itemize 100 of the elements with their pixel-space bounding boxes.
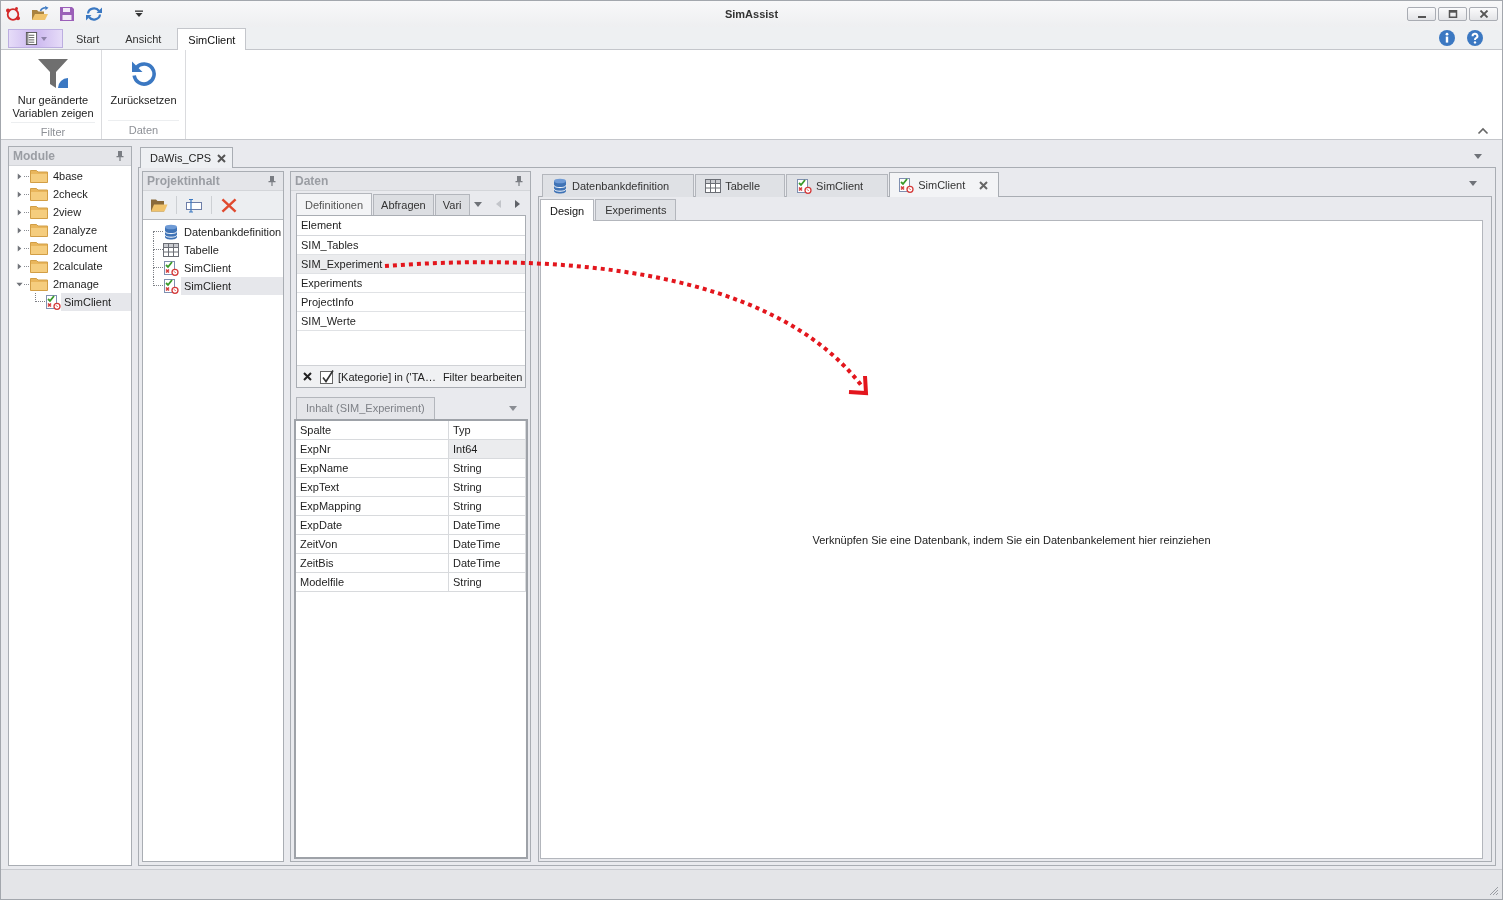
caret-down-icon[interactable] — [1474, 154, 1482, 159]
document-lines-icon — [24, 32, 38, 45]
customize-caret-icon[interactable] — [135, 10, 143, 18]
tab[interactable]: Definitionen — [296, 193, 373, 215]
ribbon-tab[interactable]: SimClient — [177, 28, 247, 50]
reset-button[interactable]: Zurücksetzen — [108, 55, 179, 109]
app-menu-button[interactable] — [8, 29, 63, 48]
list-item[interactable]: Experiments — [297, 274, 525, 293]
tab[interactable]: Vari — [434, 194, 470, 215]
filter-button[interactable]: Nur geänderte Variablen zeigen — [5, 55, 101, 122]
rename-field-icon[interactable] — [185, 197, 203, 213]
help-icon[interactable] — [1467, 30, 1483, 46]
table-grid-icon — [163, 242, 179, 258]
tree-item[interactable]: SimClient — [61, 293, 131, 311]
close-icon[interactable] — [979, 180, 989, 190]
clear-filter-icon[interactable] — [303, 372, 312, 381]
table-cell: ExpDate — [296, 516, 449, 535]
editor-tab[interactable]: Tabelle — [695, 174, 786, 197]
filter-text: [Kategorie] in ('TA… — [338, 370, 436, 383]
tree-item[interactable]: SimClient — [181, 277, 283, 295]
panel-title: Module — [13, 149, 55, 163]
pin-icon[interactable] — [268, 176, 276, 186]
list-item[interactable]: ProjectInfo — [297, 293, 525, 312]
checklist-document-icon — [163, 278, 179, 294]
tree-item[interactable]: 2manage — [50, 275, 131, 293]
table-cell: String — [449, 459, 526, 478]
tab[interactable]: Experiments — [595, 199, 677, 220]
ribbon-tab[interactable]: Start — [63, 28, 113, 49]
panel-title: Projektinhalt — [147, 174, 220, 188]
refresh-icon[interactable] — [85, 6, 103, 22]
edit-filter-link[interactable]: Filter bearbeiten — [442, 370, 523, 383]
tree-item[interactable]: 4base — [50, 167, 131, 185]
close-icon[interactable] — [217, 153, 226, 163]
database-icon — [552, 178, 568, 194]
save-icon[interactable] — [59, 6, 75, 22]
tree-item[interactable]: 2view — [50, 203, 131, 221]
minimize-button[interactable] — [1407, 7, 1436, 21]
folder-icon — [30, 223, 48, 237]
editor-tab[interactable]: Datenbankdefinition — [542, 174, 695, 197]
column-header: Spalte — [296, 421, 449, 440]
editor-tab[interactable]: SimClient — [889, 172, 1000, 197]
column-header: Element — [297, 216, 525, 236]
checklist-document-icon — [796, 178, 813, 194]
table-cell: String — [449, 478, 526, 497]
table-cell: DateTime — [449, 516, 526, 535]
tab[interactable]: Abfragen — [373, 194, 434, 215]
table-grid-icon — [705, 178, 722, 194]
caret-right-icon[interactable] — [16, 244, 23, 252]
close-button[interactable] — [1469, 7, 1498, 21]
close-icon — [1478, 10, 1489, 18]
list-item[interactable]: SIM_Werte — [297, 312, 525, 331]
tab[interactable]: Design — [540, 199, 595, 221]
open-folder-icon[interactable] — [150, 197, 168, 213]
caret-right-icon[interactable] — [16, 172, 23, 180]
tree-item[interactable]: Datenbankdefinition — [181, 223, 285, 241]
table-cell: ExpText — [296, 478, 449, 497]
editor-tab[interactable]: SimClient — [786, 174, 889, 197]
panel-title: Daten — [295, 174, 329, 188]
caret-down-icon — [40, 36, 47, 41]
window-title: SimAssist — [724, 8, 779, 20]
caret-right-icon[interactable] — [16, 190, 23, 198]
caret-down-icon[interactable] — [473, 201, 482, 207]
caret-down-icon[interactable] — [16, 280, 23, 288]
chevron-up-icon[interactable] — [1477, 127, 1489, 135]
ribbon-tab[interactable]: Ansicht — [112, 28, 175, 49]
list-item[interactable]: SIM_Experiment — [297, 255, 525, 274]
folder-icon — [30, 277, 48, 291]
table-cell: ExpMapping — [296, 497, 449, 516]
open-folder-icon[interactable] — [31, 6, 49, 22]
app-logo-icon — [5, 6, 21, 22]
caret-down-icon[interactable] — [1469, 181, 1477, 186]
tree-item[interactable]: 2check — [50, 185, 131, 203]
checkbox[interactable] — [320, 369, 334, 384]
document-tab[interactable]: DaWis_CPS — [140, 147, 233, 168]
tree-item[interactable]: 2calculate — [50, 257, 131, 275]
folder-icon — [30, 241, 48, 255]
maximize-button[interactable] — [1438, 7, 1467, 21]
table-cell: DateTime — [449, 535, 526, 554]
tree-item[interactable]: SimClient — [181, 259, 283, 277]
caret-right-icon[interactable] — [16, 208, 23, 216]
resize-grip-icon[interactable] — [1489, 886, 1499, 896]
tree-item[interactable]: 2analyze — [50, 221, 131, 239]
table-cell: Modelfile — [296, 573, 449, 592]
folder-icon — [30, 187, 48, 201]
table-cell: String — [449, 573, 526, 592]
tree-item[interactable]: 2document — [50, 239, 131, 257]
caret-right-icon[interactable] — [16, 262, 23, 270]
pin-icon[interactable] — [515, 176, 523, 186]
table-cell: ExpNr — [296, 440, 449, 459]
database-icon — [163, 224, 179, 240]
caret-down-icon[interactable] — [509, 405, 517, 411]
caret-right-icon[interactable] — [16, 226, 23, 234]
tree-item[interactable]: Tabelle — [181, 241, 283, 259]
table-cell: ZeitBis — [296, 554, 449, 573]
scroll-right-icon[interactable] — [514, 200, 520, 208]
table-cell: DateTime — [449, 554, 526, 573]
delete-icon[interactable] — [220, 197, 238, 213]
circular-arrow-icon — [129, 59, 158, 87]
info-icon[interactable] — [1439, 30, 1455, 46]
pin-icon[interactable] — [116, 151, 124, 161]
